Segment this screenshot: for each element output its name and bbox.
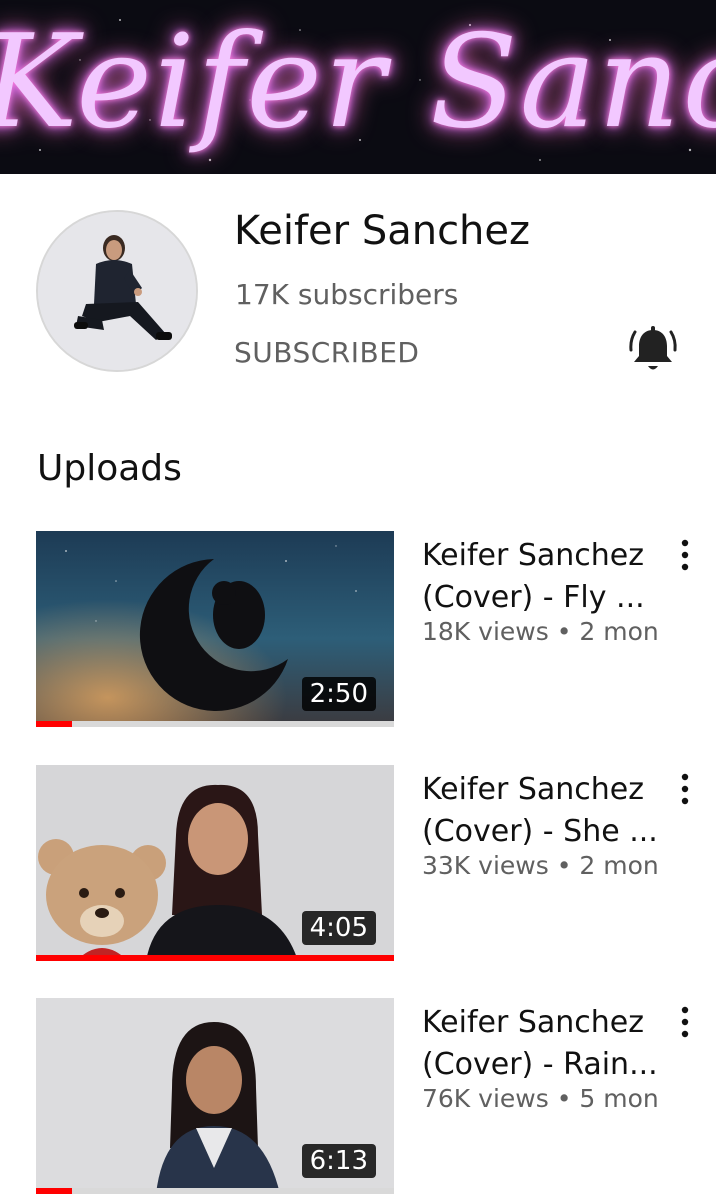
video-age: 2 montl xyxy=(579,851,658,880)
video-meta: 18K views • 2 montl xyxy=(422,617,658,646)
watch-progress-bar xyxy=(36,721,394,727)
avatar-image xyxy=(38,212,196,370)
video-thumbnail[interactable]: 4:05 xyxy=(36,765,394,961)
meta-separator: • xyxy=(556,1084,580,1113)
video-title-line: Keifer Sanchez xyxy=(422,772,645,807)
video-item[interactable]: 6:13 Keifer Sanchez (Cover) - Rain... 76… xyxy=(0,998,716,1198)
subscribed-button[interactable]: SUBSCRIBED xyxy=(234,336,419,369)
video-duration: 2:50 xyxy=(301,677,376,711)
watch-progress-fill xyxy=(36,955,394,961)
more-options-icon[interactable] xyxy=(675,771,695,807)
video-views: 18K views xyxy=(422,617,549,646)
bell-ringing-icon[interactable] xyxy=(628,324,678,376)
video-title-line: (Cover) - Fly ... xyxy=(422,580,645,615)
video-duration: 6:13 xyxy=(301,1144,376,1178)
watch-progress-fill xyxy=(36,721,72,727)
video-title-line: (Cover) - She ... xyxy=(422,814,658,849)
video-duration: 4:05 xyxy=(301,911,376,945)
subscriber-count: 17K subscribers xyxy=(235,278,459,311)
uploads-heading: Uploads xyxy=(37,448,182,489)
video-thumbnail[interactable]: 6:13 xyxy=(36,998,394,1194)
watch-progress-bar xyxy=(36,1188,394,1194)
more-options-icon[interactable] xyxy=(675,537,695,573)
video-views: 76K views xyxy=(422,1084,549,1113)
video-views: 33K views xyxy=(422,851,549,880)
video-title-line: (Cover) - Rain... xyxy=(422,1047,658,1082)
watch-progress-fill xyxy=(36,1188,72,1194)
channel-avatar[interactable] xyxy=(36,210,198,372)
video-thumbnail[interactable]: 2:50 xyxy=(36,531,394,727)
channel-banner: Keifer Sanchez xyxy=(0,0,716,174)
video-item[interactable]: 4:05 Keifer Sanchez (Cover) - She ... 33… xyxy=(0,765,716,965)
meta-separator: • xyxy=(556,617,580,646)
video-meta: 33K views • 2 montl xyxy=(422,851,658,880)
watch-progress-bar xyxy=(36,955,394,961)
video-title-line: Keifer Sanchez xyxy=(422,1005,645,1040)
video-title-line: Keifer Sanchez xyxy=(422,538,645,573)
video-title[interactable]: Keifer Sanchez (Cover) - She ... xyxy=(422,769,662,853)
video-title[interactable]: Keifer Sanchez (Cover) - Rain... xyxy=(422,1002,662,1086)
more-options-icon[interactable] xyxy=(675,1004,695,1040)
video-item[interactable]: 2:50 Keifer Sanchez (Cover) - Fly ... 18… xyxy=(0,531,716,731)
video-title[interactable]: Keifer Sanchez (Cover) - Fly ... xyxy=(422,535,662,619)
meta-separator: • xyxy=(556,851,580,880)
video-meta: 76K views • 5 montl xyxy=(422,1084,658,1113)
video-age: 2 montl xyxy=(579,617,658,646)
banner-title: Keifer Sanchez xyxy=(0,8,716,157)
channel-name: Keifer Sanchez xyxy=(234,208,531,254)
video-age: 5 montl xyxy=(579,1084,658,1113)
